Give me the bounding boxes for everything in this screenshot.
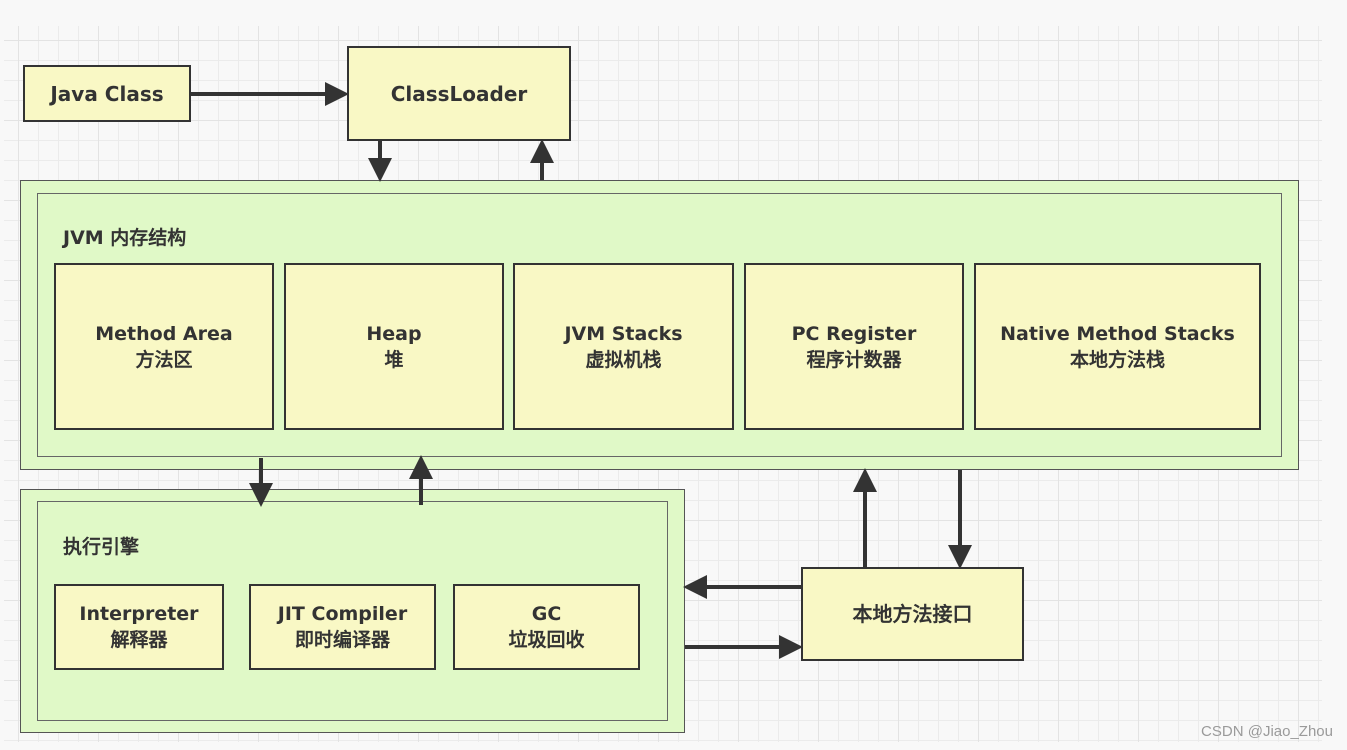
jit-compiler-node: JIT Compiler 即时编译器 [249, 584, 436, 670]
watermark: CSDN @Jiao_Zhou [1201, 723, 1333, 740]
pc-register-zh: 程序计数器 [806, 348, 902, 371]
jvm-stacks-en: JVM Stacks [564, 322, 683, 345]
native-method-stacks-zh: 本地方法栈 [1069, 348, 1165, 371]
heap-zh: 堆 [384, 348, 404, 371]
gc-node: GC 垃圾回收 [453, 584, 640, 670]
gc-zh: 垃圾回收 [508, 629, 585, 651]
jvm-memory-title: JVM 内存结构 [63, 227, 187, 249]
native-interface-label: 本地方法接口 [852, 602, 973, 626]
native-interface-node: 本地方法接口 [801, 567, 1024, 661]
heap-node: Heap 堆 [284, 263, 504, 430]
pc-register-en: PC Register [791, 322, 917, 345]
pc-register-node: PC Register 程序计数器 [744, 263, 964, 430]
jit-compiler-en: JIT Compiler [277, 603, 408, 625]
heap-en: Heap [366, 322, 422, 345]
execution-engine-title: 执行引擎 [63, 536, 140, 558]
java-class-label: Java Class [50, 81, 164, 106]
gc-en: GC [531, 603, 562, 625]
interpreter-zh: 解释器 [110, 629, 168, 651]
interpreter-en: Interpreter [79, 603, 199, 625]
jit-compiler-zh: 即时编译器 [294, 629, 390, 651]
interpreter-node: Interpreter 解释器 [54, 584, 224, 670]
classloader-label: ClassLoader [390, 81, 528, 106]
method-area-zh: 方法区 [135, 348, 193, 371]
jvm-stacks-zh: 虚拟机栈 [585, 348, 662, 371]
method-area-node: Method Area 方法区 [54, 263, 274, 430]
method-area-en: Method Area [95, 322, 233, 345]
jvm-stacks-node: JVM Stacks 虚拟机栈 [513, 263, 734, 430]
java-class-node: Java Class [23, 65, 191, 122]
native-method-stacks-en: Native Method Stacks [1000, 322, 1235, 345]
classloader-node: ClassLoader [347, 46, 571, 141]
native-method-stacks-node: Native Method Stacks 本地方法栈 [974, 263, 1261, 430]
